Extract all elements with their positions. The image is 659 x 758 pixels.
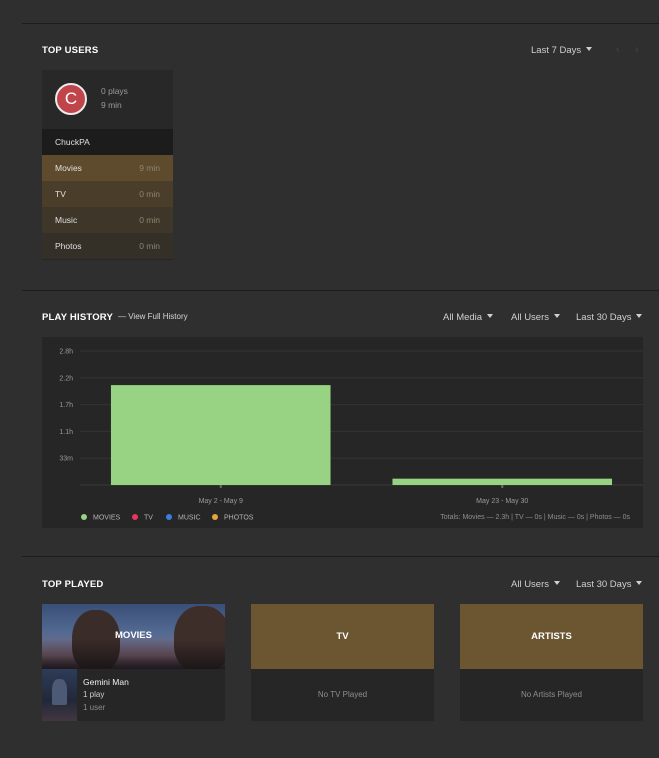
view-full-history-link[interactable]: — View Full History [118, 312, 188, 321]
top-played-users-label: All Users [511, 579, 550, 590]
legend-label: MUSIC [178, 514, 201, 522]
avatar: C [55, 83, 87, 115]
top-played-artists-card[interactable]: ARTISTS No Artists Played [460, 604, 643, 721]
legend-label: PHOTOS [224, 514, 254, 522]
legend-dot-music [166, 514, 172, 520]
y-tick-label: 2.2h [59, 375, 73, 382]
top-played-title: TOP PLAYED [42, 579, 104, 590]
top-played-movies-card[interactable]: MOVIES Gemini Man 1 play 1 user [42, 604, 225, 721]
movie-plays: 1 play [83, 690, 105, 699]
user-plays: 0 plays [101, 86, 128, 96]
media-value: 9 min [139, 163, 160, 173]
media-filter-label: All Media [443, 312, 483, 323]
media-label: Music [55, 215, 78, 225]
play-history-chart: 33m 1.1h 1.7h 2.2h 2.8h May 2 - May 9 May 23 -… [42, 337, 643, 528]
legend-label: TV [144, 514, 153, 522]
section-divider [22, 556, 659, 557]
play-history-title: PLAY HISTORY [42, 312, 114, 323]
top-played-users-dropdown[interactable]: All Users [511, 579, 561, 590]
legend-music[interactable]: MUSIC [166, 514, 201, 522]
user-media-row-photos: Photos 0 min [42, 233, 173, 259]
bar-movies[interactable] [392, 478, 613, 485]
y-tick-label: 1.7h [59, 402, 73, 409]
section-divider [22, 290, 659, 291]
legend-label: MOVIES [93, 514, 121, 522]
artists-empty-message: No Artists Played [521, 690, 582, 699]
chevron-down-icon [586, 47, 593, 52]
next-arrow-icon[interactable]: › [635, 44, 638, 55]
prev-arrow-icon[interactable]: ‹ [616, 44, 619, 55]
user-media-row-movies: Movies 9 min [42, 155, 173, 181]
chart-totals: Totals: Movies — 2.3h | TV — 0s | Music … [440, 514, 630, 521]
chevron-down-icon [636, 314, 643, 319]
x-tick-label: May 23 - May 30 [476, 498, 528, 505]
y-tick-label: 1.1h [59, 429, 73, 436]
chevron-down-icon [487, 314, 494, 319]
section-divider-top [22, 23, 659, 24]
user-media-row-tv: TV 0 min [42, 181, 173, 207]
user-time: 9 min [101, 100, 122, 110]
legend-dot-photos [212, 514, 218, 520]
users-filter-label: All Users [511, 312, 550, 323]
y-tick-label: 33m [59, 456, 73, 463]
media-label: Movies [55, 163, 82, 173]
avatar-initial: C [64, 89, 78, 108]
tv-card-header: TV [251, 604, 434, 669]
tv-card-label: TV [336, 631, 349, 642]
top-users-title: TOP USERS [42, 45, 99, 56]
movie-backdrop-image: MOVIES [42, 604, 225, 669]
artists-card-label: ARTISTS [531, 631, 572, 642]
legend-tv[interactable]: TV [132, 514, 153, 522]
media-value: 0 min [139, 215, 160, 225]
chevron-down-icon [554, 581, 561, 586]
top-user-card[interactable]: C 0 plays 9 min ChuckPA Movies 9 min TV … [42, 70, 173, 260]
legend-dot-movies [81, 514, 87, 520]
media-label: Photos [55, 241, 82, 251]
users-filter-dropdown[interactable]: All Users [511, 312, 561, 323]
top-played-range-dropdown[interactable]: Last 30 Days [576, 579, 643, 590]
range-filter-dropdown[interactable]: Last 30 Days [576, 312, 643, 323]
x-tick-mark [219, 485, 222, 488]
chevron-down-icon [554, 314, 561, 319]
poster-figure [52, 679, 67, 705]
x-tick-label: May 2 - May 9 [199, 498, 243, 505]
x-tick-mark [501, 485, 504, 488]
backdrop-shadow [42, 639, 225, 669]
legend-dot-tv [132, 514, 138, 520]
top-users-range-label: Last 7 Days [531, 45, 582, 56]
user-media-row-music: Music 0 min [42, 207, 173, 233]
media-value: 0 min [139, 189, 160, 199]
top-played-tv-card[interactable]: TV No TV Played [251, 604, 434, 721]
legend-movies[interactable]: MOVIES [81, 514, 120, 522]
movie-poster-image [42, 669, 77, 721]
y-tick-label: 2.8h [59, 349, 73, 356]
user-name: ChuckPA [42, 129, 173, 155]
chevron-down-icon [636, 581, 643, 586]
artists-card-header: ARTISTS [460, 604, 643, 669]
top-played-range-label: Last 30 Days [576, 579, 632, 590]
bar-movies[interactable] [110, 385, 331, 485]
play-history-chart-svg: 33m 1.1h 1.7h 2.2h 2.8h May 2 - May 9 May 23 -… [59, 349, 643, 505]
legend-photos[interactable]: PHOTOS [212, 514, 253, 522]
media-label: TV [55, 189, 66, 199]
range-filter-label: Last 30 Days [576, 312, 632, 323]
movie-title[interactable]: Gemini Man [83, 677, 129, 687]
top-users-range-dropdown[interactable]: Last 7 Days [531, 45, 593, 56]
tv-empty-message: No TV Played [317, 690, 368, 699]
media-value: 0 min [139, 241, 160, 251]
movie-users: 1 user [83, 703, 106, 712]
user-card-header: C 0 plays 9 min [42, 70, 173, 129]
media-filter-dropdown[interactable]: All Media [443, 312, 494, 323]
movies-card-label: MOVIES [115, 630, 152, 641]
